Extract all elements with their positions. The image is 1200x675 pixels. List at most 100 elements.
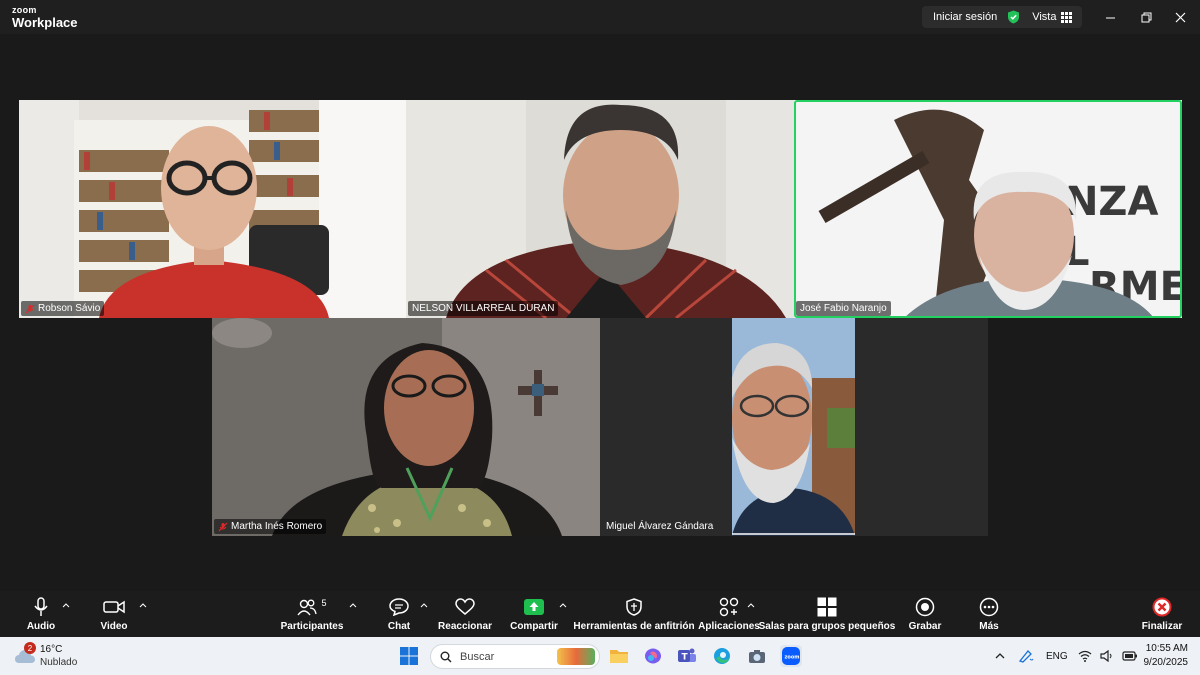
- close-icon: [1175, 12, 1185, 22]
- apps-button[interactable]: Aplicaciones: [698, 591, 760, 637]
- shield-icon: [623, 596, 645, 618]
- video-tile-robson[interactable]: Robson Sávio: [19, 100, 406, 318]
- end-meeting-button[interactable]: Finalizar: [1140, 591, 1184, 637]
- participant-name-label: José Fabio Naranjo: [796, 301, 891, 316]
- apps-options-chevron-icon[interactable]: [746, 601, 756, 611]
- close-window-button[interactable]: [1167, 6, 1193, 28]
- search-highlight-icon: [557, 648, 595, 665]
- minimize-button[interactable]: [1097, 6, 1123, 28]
- wifi-icon: [1078, 650, 1092, 662]
- participant-name-label: Martha Inés Romero: [214, 519, 327, 534]
- windows-taskbar: 2 16°C Nublado Buscar T zoom ENG 10:55 A…: [0, 637, 1200, 675]
- chat-options-chevron-icon[interactable]: [419, 601, 429, 611]
- system-clock[interactable]: 10:55 AM 9/20/2025: [1128, 642, 1189, 670]
- participants-options-chevron-icon[interactable]: [348, 601, 358, 611]
- svg-text:T: T: [682, 653, 689, 663]
- grid-view-icon: [1061, 11, 1073, 23]
- signin-view-group: Iniciar sesión Vista: [922, 6, 1082, 28]
- tray-overflow-button[interactable]: [995, 637, 1005, 675]
- audio-options-chevron-icon[interactable]: [61, 601, 71, 611]
- share-options-chevron-icon[interactable]: [558, 601, 568, 611]
- zoom-logo: zoom Workplace: [12, 5, 78, 30]
- video-tile-martha[interactable]: Martha Inés Romero: [212, 318, 600, 536]
- meeting-toolbar: Audio Video 5 Participantes Chat Reaccio…: [0, 591, 1200, 637]
- weather-alert-badge: 2: [24, 642, 36, 654]
- breakout-label: Salas para grupos pequeños: [758, 621, 896, 632]
- breakout-icon: [816, 596, 838, 618]
- breakout-rooms-button[interactable]: Salas para grupos pequeños: [759, 591, 895, 637]
- taskbar-file-explorer[interactable]: [608, 645, 630, 667]
- taskbar-edge[interactable]: [711, 645, 733, 667]
- pen-workspace-icon: [1018, 650, 1034, 663]
- shield-check-icon[interactable]: [1007, 10, 1020, 24]
- taskbar-search[interactable]: Buscar: [430, 644, 600, 669]
- teams-icon: T: [678, 648, 696, 663]
- end-label: Finalizar: [1141, 621, 1183, 632]
- tray-pen-button[interactable]: [1018, 637, 1034, 675]
- windows-logo-icon: [400, 647, 418, 665]
- chevron-up-icon: [995, 653, 1005, 659]
- more-label: Más: [979, 621, 999, 632]
- view-button[interactable]: Vista: [1032, 11, 1073, 23]
- audio-label: Audio: [26, 621, 56, 632]
- restore-button[interactable]: [1133, 6, 1159, 28]
- taskbar-teams[interactable]: T: [676, 645, 698, 667]
- taskbar-copilot[interactable]: [642, 645, 664, 667]
- more-button[interactable]: Más: [970, 591, 1008, 637]
- chat-label: Chat: [387, 621, 411, 632]
- participant-name: José Fabio Naranjo: [800, 303, 887, 314]
- participants-count: 5: [321, 598, 327, 608]
- language-label: ENG: [1046, 650, 1068, 662]
- record-button[interactable]: Grabar: [905, 591, 945, 637]
- microphone-icon: [30, 596, 52, 618]
- view-label: Vista: [1032, 11, 1057, 23]
- heart-icon: [454, 596, 476, 618]
- video-options-chevron-icon[interactable]: [138, 601, 148, 611]
- weather-condition: Nublado: [40, 657, 78, 668]
- share-screen-button[interactable]: Compartir: [510, 591, 558, 637]
- video-button[interactable]: Video: [95, 591, 133, 637]
- participant-name-label: NELSON VILLARREAL DURAN: [408, 301, 559, 316]
- edge-icon: [714, 648, 730, 664]
- signin-button[interactable]: Iniciar sesión: [922, 11, 1003, 23]
- participant-name-label: Miguel Álvarez Gándara: [602, 519, 717, 534]
- minimize-icon: [1105, 17, 1115, 18]
- react-button[interactable]: Reaccionar: [438, 591, 492, 637]
- host-tools-button[interactable]: Herramientas de anfitrión: [573, 591, 695, 637]
- video-tile-nelson[interactable]: NELSON VILLARREAL DURAN: [406, 100, 794, 318]
- restore-icon: [1141, 12, 1151, 22]
- taskbar-zoom[interactable]: zoom: [780, 645, 802, 667]
- participant-name: NELSON VILLARREAL DURAN: [412, 303, 555, 314]
- participants-icon: 5: [292, 596, 332, 618]
- zoom-app-icon: zoom: [782, 647, 800, 665]
- participants-button[interactable]: 5 Participantes: [281, 591, 344, 637]
- volume-icon: [1100, 650, 1112, 662]
- share-screen-icon: [523, 596, 545, 618]
- video-label: Video: [100, 621, 128, 632]
- clock-date: 9/20/2025: [1143, 657, 1189, 668]
- video-tile-miguel[interactable]: Miguel Álvarez Gándara: [600, 318, 988, 536]
- participant-name-label: Robson Sávio: [21, 301, 105, 316]
- clock-time: 10:55 AM: [1145, 643, 1188, 654]
- search-icon: [440, 651, 452, 662]
- windows-start-button[interactable]: [398, 645, 420, 667]
- taskbar-camera[interactable]: [746, 645, 768, 667]
- participant-name: Martha Inés Romero: [231, 521, 323, 532]
- record-icon: [914, 596, 936, 618]
- weather-widget[interactable]: 2 16°C Nublado: [12, 642, 92, 670]
- host-tools-label: Herramientas de anfitrión: [573, 621, 695, 632]
- chat-button[interactable]: Chat: [384, 591, 414, 637]
- logo-top-text: zoom: [12, 5, 37, 15]
- language-indicator[interactable]: ENG: [1046, 637, 1068, 675]
- mic-muted-icon: [25, 304, 35, 313]
- video-feed: [212, 318, 600, 536]
- video-tile-jose[interactable]: ANZA L RME José Fabio Naranjo: [794, 100, 1182, 318]
- audio-button[interactable]: Audio: [22, 591, 60, 637]
- zoom-window: zoom Workplace Iniciar sesión Vista Robs…: [0, 0, 1200, 675]
- apps-label: Aplicaciones: [698, 621, 760, 632]
- mic-muted-icon: [218, 522, 228, 531]
- video-feed: [19, 100, 406, 318]
- svg-text:zoom: zoom: [785, 655, 800, 661]
- apps-icon: [718, 596, 740, 618]
- search-placeholder: Buscar: [460, 650, 495, 663]
